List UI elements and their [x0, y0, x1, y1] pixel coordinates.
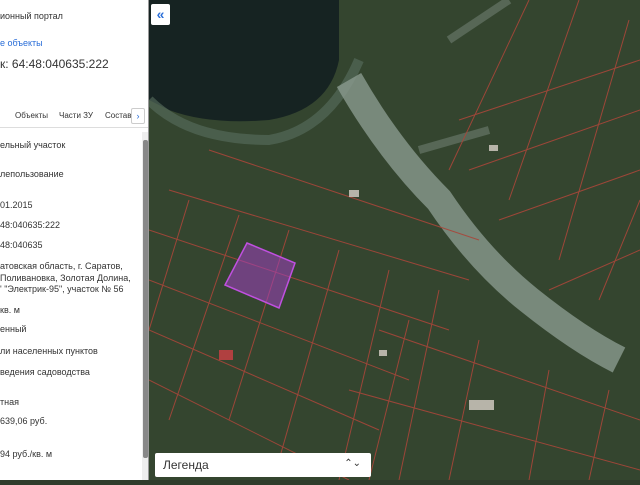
field-value: 639,06 руб. [0, 416, 48, 426]
field-value: тная [0, 397, 19, 407]
satellite-map[interactable] [145, 0, 640, 481]
field-value: ли населенных пунктов [0, 346, 98, 356]
field-value: 48:040635 [0, 240, 43, 250]
field-value: енный [0, 324, 27, 334]
tab-objects[interactable]: Объекты [15, 111, 48, 120]
tabs-next-button[interactable]: › [131, 108, 145, 124]
legend-label: Легенда [163, 458, 209, 472]
field-value: атовская область, г. Саратов, [0, 261, 123, 271]
legend-select[interactable]: Легенда ⌃⌄ [155, 453, 371, 477]
info-panel: ионный портал е объекты к: 64:48:040635:… [0, 0, 149, 480]
objects-link[interactable]: е объекты [0, 38, 43, 48]
field-value: ельный участок [0, 140, 66, 150]
tab-parts[interactable]: Части ЗУ [59, 111, 93, 120]
field-value: ' "Электрик-95", участок № 56 [0, 284, 124, 294]
cadastral-heading: к: 64:48:040635:222 [0, 57, 109, 71]
field-value: лепользование [0, 169, 64, 179]
lake [149, 0, 339, 122]
scrollbar[interactable] [142, 132, 148, 480]
field-value: 94 руб./кв. м [0, 449, 53, 459]
field-value: ведения садоводства [0, 367, 90, 377]
field-value: 48:040635:222 [0, 220, 61, 230]
field-value: кв. м [0, 305, 20, 315]
divider [0, 127, 148, 128]
double-chevron-left-icon: « [156, 6, 165, 22]
scrollbar-thumb[interactable] [143, 140, 148, 458]
collapse-panel-button[interactable]: « [151, 4, 170, 25]
tab-composition[interactable]: Состав [105, 111, 132, 120]
field-value: Поливановка, Золотая Долина, [0, 273, 131, 283]
field-value: 01.2015 [0, 200, 33, 210]
portal-title: ионный портал [0, 11, 63, 21]
updown-chevron-icon: ⌃⌄ [344, 458, 361, 469]
map-imagery [145, 0, 640, 481]
